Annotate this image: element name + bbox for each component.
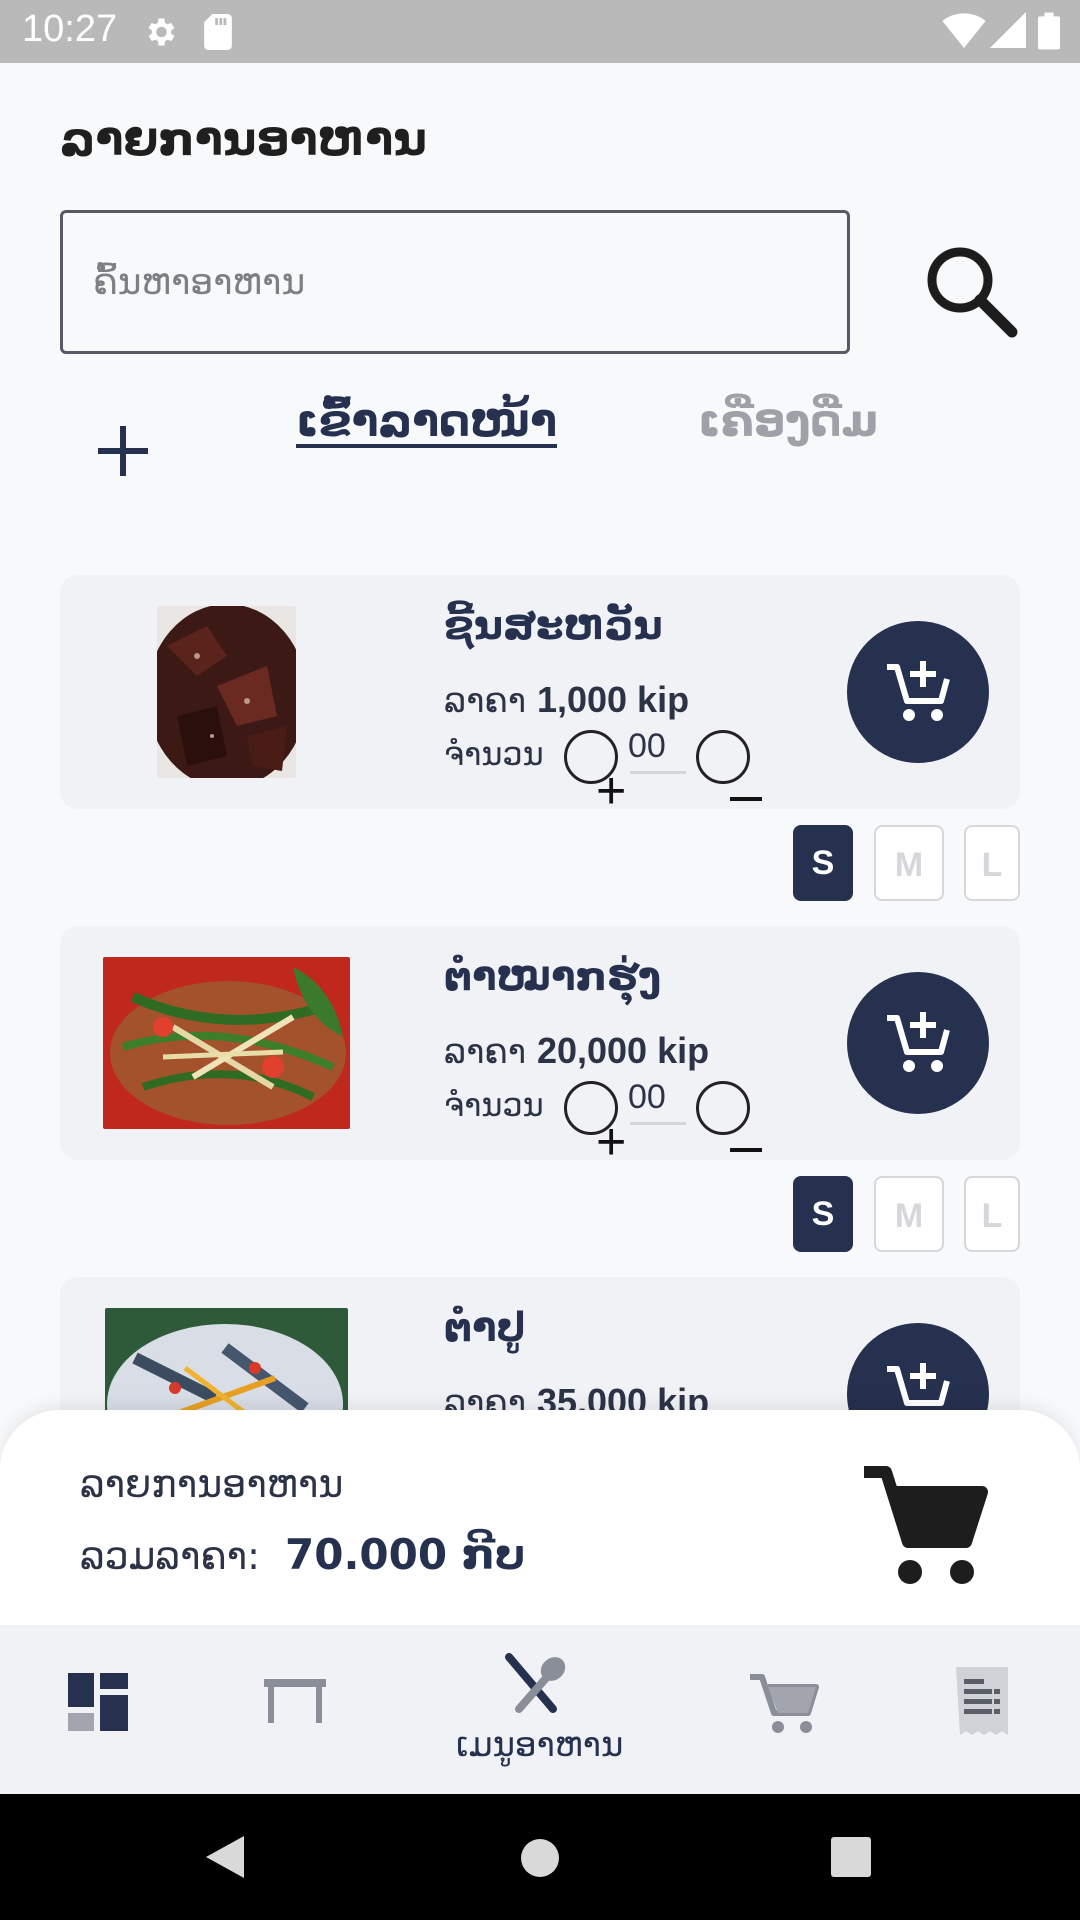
search-input[interactable]: [60, 210, 850, 354]
cart-summary[interactable]: ລາຍການອາຫານ ລວມລາຄາ: 70.000 ກີບ: [0, 1410, 1080, 1625]
price-row: ລາຄາ 20,000 kip: [444, 1030, 709, 1072]
price-value: 1,000 kip: [536, 679, 690, 720]
quantity-underline: [630, 1122, 686, 1125]
signal-icon: [990, 12, 1026, 48]
size-s-button[interactable]: S: [793, 825, 853, 901]
cart-total-label: ລວມລາຄາ:: [80, 1534, 260, 1578]
receipt-icon: [956, 1667, 1008, 1735]
quantity-label: ຈຳນວນ: [444, 735, 544, 773]
table-icon: [264, 1679, 326, 1723]
food-image: [103, 957, 350, 1129]
system-navigation-bar: [0, 1794, 1080, 1920]
food-card: ຊີ້ນສະຫວັນ ລາຄາ 1,000 kip ຈຳນວນ + 00: [60, 575, 1020, 817]
add-cart-icon: [887, 661, 950, 721]
dashboard-icon: [68, 1673, 128, 1731]
status-time: 10:27: [22, 8, 118, 50]
size-l-button[interactable]: L: [964, 1176, 1020, 1252]
nav-active-label: ເມນູອາຫານ: [456, 1725, 624, 1765]
price-label: ລາຄາ: [444, 1032, 527, 1072]
price-label: ລາຄາ: [444, 681, 527, 721]
quantity-value: 00: [628, 1078, 666, 1116]
nav-dashboard[interactable]: [66, 1671, 130, 1739]
home-icon[interactable]: [519, 1837, 561, 1879]
nav-receipts[interactable]: [954, 1665, 1010, 1741]
page-title: ລາຍການອາຫານ: [60, 112, 427, 166]
nav-tables[interactable]: [264, 1677, 326, 1729]
plus-icon: +: [596, 762, 627, 820]
minus-icon: [730, 1148, 762, 1152]
quantity-decrease-button[interactable]: [696, 730, 750, 784]
food-list[interactable]: ຊີ້ນສະຫວັນ ລາຄາ 1,000 kip ຈຳນວນ + 00 S M…: [0, 560, 1080, 1410]
quantity-underline: [630, 771, 686, 774]
price-value: 20,000 kip: [536, 1030, 710, 1071]
bottom-navigation: ເມນູອາຫານ: [0, 1625, 1080, 1794]
price-row: ລາຄາ 35,000 kip: [444, 1381, 709, 1410]
add-cart-icon: [887, 1012, 950, 1072]
add-to-cart-button[interactable]: [847, 1323, 989, 1410]
price-label: ລາຄາ: [444, 1383, 527, 1410]
add-icon[interactable]: [92, 420, 154, 482]
quantity-label: ຈຳນວນ: [444, 1086, 544, 1124]
quantity-decrease-button[interactable]: [696, 1081, 750, 1135]
battery-icon: [1038, 12, 1060, 50]
price-value: 35,000 kip: [536, 1381, 710, 1410]
search-icon[interactable]: [920, 240, 1020, 340]
nav-cart[interactable]: [748, 1671, 820, 1739]
add-cart-icon: [887, 1363, 950, 1406]
food-image: [157, 606, 296, 778]
add-to-cart-button[interactable]: [847, 621, 989, 763]
quantity-value: 00: [628, 727, 666, 765]
cart-title: ລາຍການອາຫານ: [80, 1462, 344, 1506]
food-card: ຕຳປູ ລາຄາ 35,000 kip: [60, 1277, 1020, 1410]
plus-icon: +: [596, 1113, 627, 1171]
wifi-icon: [942, 13, 986, 48]
price-row: ລາຄາ 1,000 kip: [444, 679, 689, 721]
size-l-button[interactable]: L: [964, 825, 1020, 901]
food-name: ຊີ້ນສະຫວັນ: [444, 603, 663, 649]
food-name: ຕຳປູ: [444, 1305, 526, 1351]
size-m-button[interactable]: M: [874, 1176, 944, 1252]
tab-appetizer[interactable]: ເຂົ້າລາດໜ້າ: [296, 396, 557, 447]
recents-icon[interactable]: [831, 1837, 871, 1877]
size-s-button[interactable]: S: [793, 1176, 853, 1252]
add-to-cart-button[interactable]: [847, 972, 989, 1114]
size-selector: S M L: [733, 1176, 1021, 1254]
nav-food-menu[interactable]: [505, 1653, 571, 1717]
size-selector: S M L: [733, 825, 1021, 903]
cart-icon[interactable]: [858, 1460, 988, 1590]
food-name: ຕຳໝາກຮຸ່ງ: [444, 954, 662, 1000]
size-m-button[interactable]: M: [874, 825, 944, 901]
cart-total-value: 70.000 ກີບ: [285, 1530, 526, 1579]
tab-drinks[interactable]: ເຄື່ອງດື່ມ: [698, 396, 878, 447]
settings-icon: [148, 18, 175, 46]
back-icon[interactable]: [204, 1834, 246, 1880]
status-bar: 10:27: [0, 0, 1080, 63]
sd-card-icon: [204, 14, 232, 50]
minus-icon: [730, 797, 762, 801]
food-image: [105, 1308, 348, 1410]
menu-food-icon: [505, 1653, 566, 1713]
food-card: ຕຳໝາກຮຸ່ງ ລາຄາ 20,000 kip ຈຳນວນ + 00: [60, 926, 1020, 1168]
cart-icon: [750, 1674, 819, 1733]
